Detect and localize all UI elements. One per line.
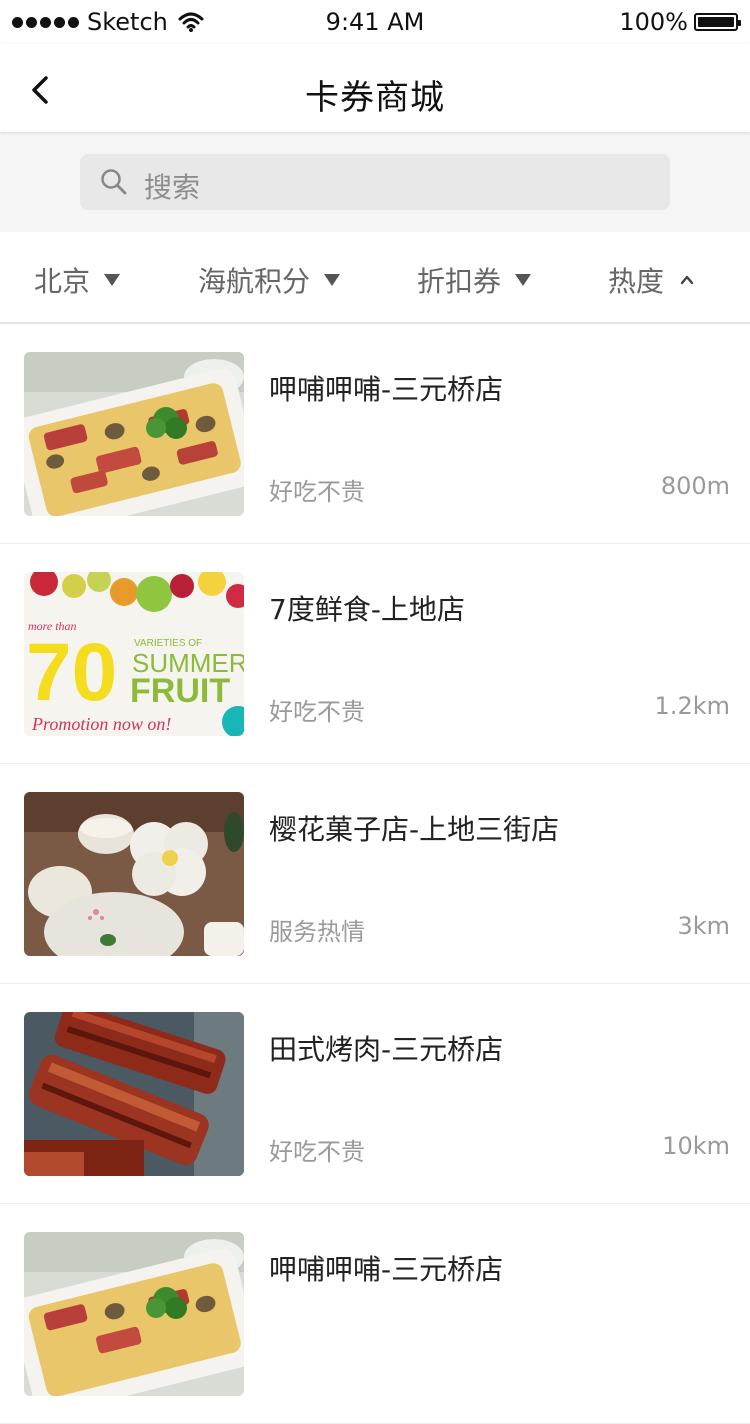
caret-down-icon — [324, 274, 341, 286]
filter-city-label: 北京 — [34, 265, 91, 298]
search-icon — [101, 169, 127, 195]
store-desc: 好吃不贵 — [269, 1138, 365, 1166]
battery-percent: 100% — [619, 8, 688, 36]
list-item[interactable]: 樱花菓子店-上地三街店 服务热情 3km — [0, 764, 750, 984]
status-bar: Sketch 9:41 AM 100% — [0, 0, 750, 44]
poster-line3: FRUIT — [130, 672, 230, 710]
poster-bottom-text: Promotion now on! — [31, 714, 171, 734]
store-list: 呷哺呷哺-三元桥店 好吃不贵 800m more than 70 VARIETI… — [0, 324, 750, 1424]
list-item[interactable]: 田式烤肉-三元桥店 好吃不贵 10km — [0, 984, 750, 1204]
filter-coupon-type[interactable]: 折扣券 — [417, 260, 532, 300]
store-desc: 好吃不贵 — [269, 478, 365, 506]
filter-popularity-label: 热度 — [608, 265, 665, 298]
store-name: 呷哺呷哺-三元桥店 — [269, 1253, 504, 1286]
store-name: 呷哺呷哺-三元桥店 — [269, 373, 504, 406]
battery-group: 100% — [619, 8, 741, 36]
poster-big-number: 70 — [26, 627, 117, 718]
list-item[interactable]: 呷哺呷哺-三元桥店 好吃不贵 800m — [0, 324, 750, 544]
store-distance: 1.2km — [654, 692, 730, 720]
battery-icon — [694, 13, 741, 31]
caret-down-icon — [515, 274, 532, 286]
store-desc: 服务热情 — [269, 918, 365, 946]
filter-points-label: 海航积分 — [198, 265, 311, 298]
search-area: 搜索 — [0, 132, 750, 232]
chevron-up-icon — [680, 275, 694, 285]
caret-down-icon — [104, 274, 121, 286]
search-input[interactable]: 搜索 — [80, 154, 670, 210]
mochi-sweets-photo — [24, 792, 244, 956]
filter-coupon-type-label: 折扣券 — [417, 265, 502, 298]
grilled-ribs-photo — [24, 1012, 244, 1176]
page-title: 卡券商城 — [305, 78, 445, 118]
store-distance: 10km — [662, 1132, 730, 1160]
filter-popularity[interactable]: 热度 — [608, 260, 694, 300]
summer-fruit-poster: more than 70 VARIETIES OF SUMMER FRUIT P… — [24, 572, 244, 736]
store-name: 樱花菓子店-上地三街店 — [269, 813, 560, 846]
store-distance: 800m — [660, 472, 730, 500]
casserole-photo — [24, 1232, 244, 1396]
search-placeholder: 搜索 — [144, 171, 201, 204]
store-desc: 好吃不贵 — [269, 698, 365, 726]
store-name: 田式烤肉-三元桥店 — [269, 1033, 504, 1066]
list-item[interactable]: more than 70 VARIETIES OF SUMMER FRUIT P… — [0, 544, 750, 764]
casserole-photo — [24, 352, 244, 516]
store-distance: 3km — [677, 912, 730, 940]
filter-points[interactable]: 海航积分 — [198, 260, 341, 300]
store-name: 7度鲜食-上地店 — [269, 593, 465, 626]
filter-bar: 北京 海航积分 折扣券 热度 — [0, 232, 750, 324]
filter-city[interactable]: 北京 — [34, 260, 121, 300]
nav-bar: 卡券商城 — [0, 44, 750, 132]
list-item[interactable]: 呷哺呷哺-三元桥店 — [0, 1204, 750, 1424]
